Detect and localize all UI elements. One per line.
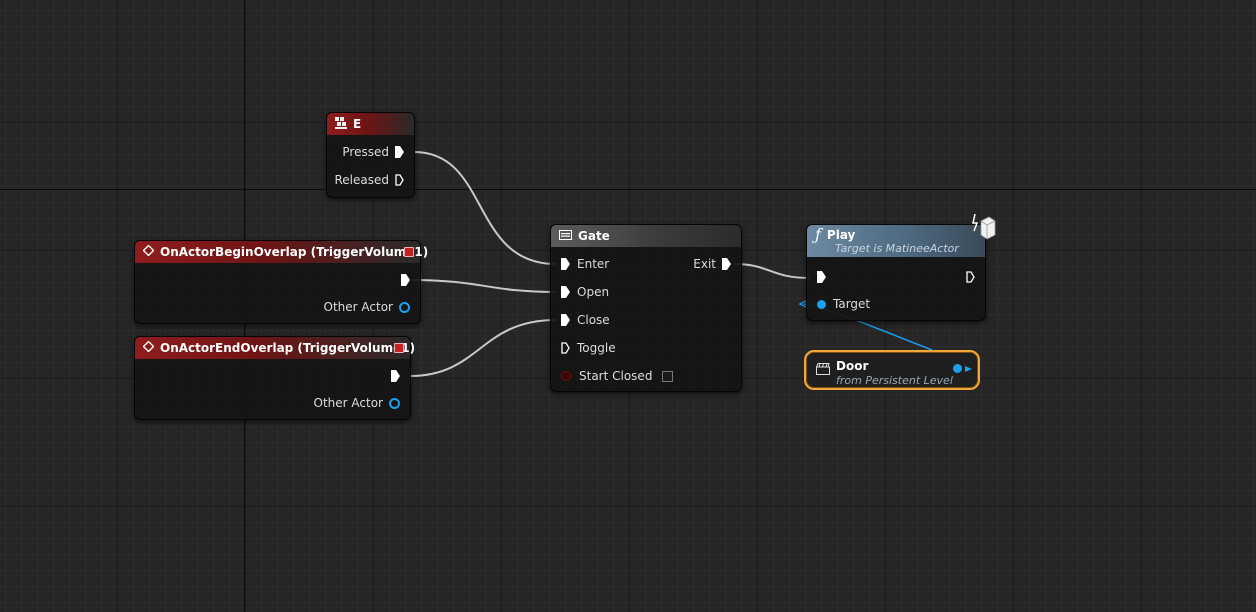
play-exec-in-row[interactable] [817,271,826,283]
begin-overlap-title: OnActorBeginOverlap (TriggerVolume1) [160,245,429,259]
play-exec-out-row[interactable] [966,271,975,283]
gate-toggle-pin[interactable] [561,342,570,354]
play-title: Play [826,228,856,242]
event-diamond-icon [142,244,155,259]
gate-open-pin[interactable] [561,286,570,298]
play-header[interactable]: ƒ Play Target is MatineeActor [807,225,985,257]
released-label: Released [334,173,389,187]
released-exec-pin[interactable] [395,174,404,186]
gate-enter-label: Enter [577,257,610,271]
gate-node[interactable]: Gate Enter Exit Open Close Toggle Start … [550,224,742,392]
gate-icon [559,229,572,243]
end-overlap-other-actor-row[interactable]: Other Actor [314,396,400,410]
begin-overlap-other-actor-row[interactable]: Other Actor [324,300,410,314]
play-target-pin[interactable] [817,299,826,309]
end-overlap-other-actor-label: Other Actor [313,396,383,410]
wire-exit-to-play [733,263,811,279]
gate-header[interactable]: Gate [551,225,741,247]
gate-title: Gate [578,229,610,243]
matinee-actor-icon [971,213,997,244]
pressed-pin-row[interactable]: Pressed [342,145,404,159]
pressed-label: Pressed [342,145,389,159]
start-closed-label: Start Closed [579,369,653,383]
event-diamond-icon [142,340,155,355]
play-subtitle: Target is MatineeActor [835,242,959,255]
wire-pressed-to-enter [413,151,557,265]
gate-toggle-label: Toggle [577,341,616,355]
gate-enter-row[interactable]: Enter [561,257,609,271]
play-exec-out-pin[interactable] [966,271,975,283]
key-e-header[interactable]: E [327,113,414,135]
play-target-label: Target [833,297,871,311]
start-closed-bool-pin[interactable] [561,371,571,381]
end-overlap-title: OnActorEndOverlap (TriggerVolume1) [160,341,416,355]
gate-enter-pin[interactable] [561,258,570,270]
released-pin-row[interactable]: Released [334,173,404,187]
gate-exit-label: Exit [693,257,716,271]
gate-toggle-row[interactable]: Toggle [561,341,616,355]
door-output-arrow-icon [965,366,972,372]
begin-overlap-exec-row[interactable] [401,274,410,286]
begin-overlap-header[interactable]: OnActorBeginOverlap (TriggerVolume1) [135,241,428,263]
gate-close-pin[interactable] [561,314,570,326]
begin-overlap-delegate-pin[interactable] [404,247,414,257]
end-overlap-header[interactable]: OnActorEndOverlap (TriggerVolume1) [135,337,415,359]
play-node[interactable]: ƒ Play Target is MatineeActor Target [806,213,996,321]
keyboard-icon [335,116,347,132]
play-exec-in-pin[interactable] [817,271,826,283]
end-overlap-node[interactable]: OnActorEndOverlap (TriggerVolume1) Other… [134,336,415,420]
door-output-pin[interactable] [953,364,962,373]
door-reference-node[interactable]: Door from Persistent Level [804,350,980,390]
gate-close-label: Close [577,313,610,327]
door-subtitle: from Persistent Level [836,374,953,387]
end-overlap-exec-pin[interactable] [391,370,400,382]
key-e-node[interactable]: E Pressed Released [326,112,415,198]
begin-overlap-other-actor-pin[interactable] [399,301,410,313]
wire-end-to-close [409,319,557,377]
gate-open-row[interactable]: Open [561,285,609,299]
gate-exit-pin[interactable] [722,258,731,270]
function-icon: ƒ [815,225,821,244]
play-target-row[interactable]: Target [817,297,870,311]
begin-overlap-node[interactable]: OnActorBeginOverlap (TriggerVolume1) Oth… [134,240,428,324]
start-closed-checkbox[interactable] [662,370,674,382]
gate-close-row[interactable]: Close [561,313,610,327]
begin-overlap-exec-pin[interactable] [401,274,410,286]
grid-origin-horizontal [0,189,1256,190]
pressed-exec-pin[interactable] [395,146,404,158]
matinee-icon [815,360,830,379]
key-e-title: E [353,117,362,131]
gate-start-closed-row[interactable]: Start Closed [561,369,674,383]
gate-exit-row[interactable]: Exit [693,257,731,271]
end-overlap-other-actor-pin[interactable] [389,397,400,409]
door-title: Door [836,359,869,373]
gate-open-label: Open [577,285,610,299]
end-overlap-exec-row[interactable] [391,370,400,382]
begin-overlap-other-actor-label: Other Actor [323,300,393,314]
end-overlap-delegate-pin[interactable] [394,343,404,353]
wire-begin-to-open [411,279,557,293]
